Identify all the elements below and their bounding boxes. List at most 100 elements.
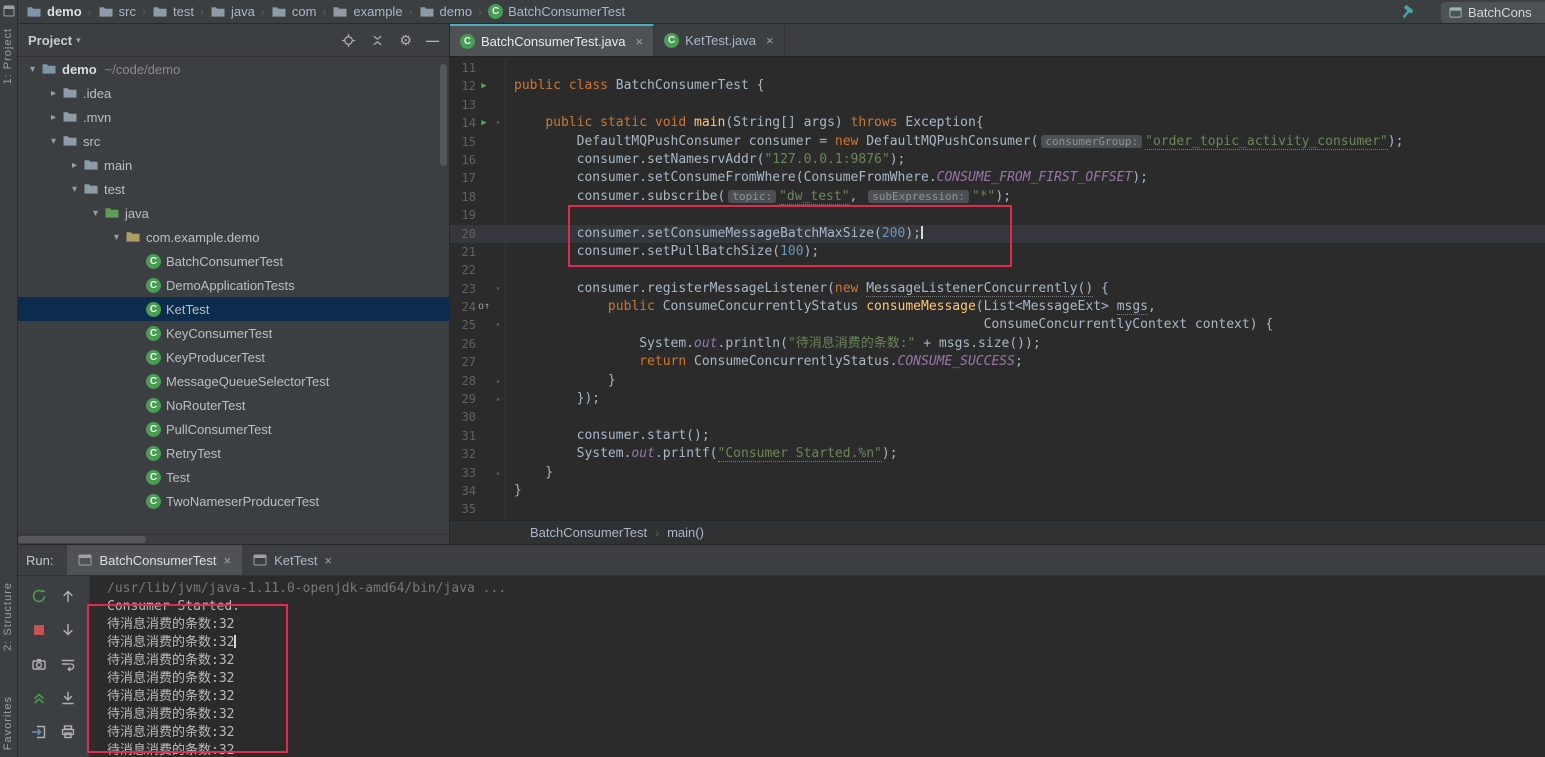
code-line-23: 23▾ consumer.registerMessageListener(new… <box>450 280 1545 298</box>
exit-icon[interactable] <box>31 724 47 740</box>
close-tab-icon[interactable]: × <box>766 33 774 48</box>
close-tab-icon[interactable]: × <box>636 34 644 49</box>
run-configuration-chip[interactable]: BatchCons <box>1441 2 1545 23</box>
chevron-collapsed-icon[interactable]: ▸ <box>66 160 83 171</box>
tree-item-com.example.demo[interactable]: ▾com.example.demo <box>18 225 449 249</box>
chevron-collapsed-icon[interactable]: ▸ <box>45 112 62 123</box>
breadcrumb-item-demo[interactable]: demo <box>24 4 84 20</box>
chevron-expanded-icon[interactable]: ▾ <box>87 208 104 219</box>
fold-close-icon[interactable]: ▴ <box>492 390 504 408</box>
folder-icon <box>98 4 114 20</box>
hide-icon[interactable]: — <box>426 33 439 48</box>
line-number: 30 <box>450 408 476 426</box>
line-number: 13 <box>450 96 476 114</box>
settings-icon[interactable]: ⚙ <box>399 33 412 47</box>
thread-dump-icon[interactable] <box>31 656 47 672</box>
tree-item-test[interactable]: ▾test <box>18 177 449 201</box>
tree-item-KetTest[interactable]: CKetTest <box>18 297 449 321</box>
tree-horizontal-scrollbar[interactable] <box>18 534 449 544</box>
gutter: 33▴ <box>450 464 506 482</box>
breadcrumb-item-demo[interactable]: demo <box>417 4 475 20</box>
editor-tab-BatchConsumerTest.java[interactable]: CBatchConsumerTest.java× <box>450 24 654 56</box>
tree-item-icon: C <box>146 254 161 269</box>
tree-item-demo[interactable]: ▾demo~/code/demo <box>18 57 449 81</box>
tree-item-NoRouterTest[interactable]: CNoRouterTest <box>18 393 449 417</box>
tree-item-MessageQueueSelectorTest[interactable]: CMessageQueueSelectorTest <box>18 369 449 393</box>
chevron-collapsed-icon[interactable]: ▸ <box>45 88 62 99</box>
tree-item-DemoApplicationTests[interactable]: CDemoApplicationTests <box>18 273 449 297</box>
tree-item-RetryTest[interactable]: CRetryTest <box>18 441 449 465</box>
down-stack-icon[interactable] <box>60 622 76 638</box>
tree-item-KeyProducerTest[interactable]: CKeyProducerTest <box>18 345 449 369</box>
tree-item-target[interactable]: ▸target <box>18 513 449 519</box>
rerun-failed-tests-icon[interactable] <box>31 690 47 706</box>
locate-icon[interactable] <box>341 33 356 48</box>
gutter: 30 <box>450 408 506 426</box>
code-token: "order_topic_activity_consumer" <box>1145 134 1388 150</box>
tree-item-.idea[interactable]: ▸.idea <box>18 81 449 105</box>
breadcrumb-item-BatchConsumerTest[interactable]: CBatchConsumerTest <box>486 4 627 19</box>
fold-close-icon[interactable]: ▴ <box>492 372 504 390</box>
build-hammer-icon[interactable] <box>1399 3 1417 21</box>
chevron-expanded-icon[interactable]: ▾ <box>24 64 41 75</box>
code-text: } <box>506 482 522 500</box>
stripe-structure-button[interactable]: 2: Structure <box>2 582 16 651</box>
fold-open-icon[interactable]: ▾ <box>492 316 504 334</box>
run-line-icon[interactable]: ▶ <box>476 114 492 132</box>
console-output[interactable]: /usr/lib/jvm/java-1.11.0-openjdk-amd64/b… <box>91 576 1545 757</box>
print-icon[interactable] <box>60 724 76 740</box>
chevron-expanded-icon[interactable]: ▾ <box>66 184 83 195</box>
collapse-all-icon[interactable] <box>370 33 385 48</box>
rerun-icon[interactable] <box>31 588 47 604</box>
tree-item-PullConsumerTest[interactable]: CPullConsumerTest <box>18 417 449 441</box>
stripe-project-button[interactable]: 1: Project <box>2 28 16 84</box>
tree-item-KeyConsumerTest[interactable]: CKeyConsumerTest <box>18 321 449 345</box>
up-stack-icon[interactable] <box>60 588 76 604</box>
console-line: 待消息消费的条数:32 <box>107 688 1545 706</box>
scroll-to-end-icon[interactable] <box>60 690 76 706</box>
soft-wrap-icon[interactable] <box>60 656 76 672</box>
project-stripe-icon[interactable] <box>3 5 15 17</box>
tree-item-BatchConsumerTest[interactable]: CBatchConsumerTest <box>18 249 449 273</box>
code-token: }); <box>514 391 600 406</box>
editor-tab-KetTest.java[interactable]: CKetTest.java× <box>654 24 784 56</box>
tree-item-TwoNameserProducerTest[interactable]: CTwoNameserProducerTest <box>18 489 449 513</box>
tree-item-src[interactable]: ▾src <box>18 129 449 153</box>
run-tab-label: KetTest <box>274 553 317 568</box>
close-tab-icon[interactable]: × <box>224 553 232 568</box>
fold-slot <box>492 298 504 316</box>
run-tab-KetTest[interactable]: KetTest × <box>242 545 343 575</box>
tree-item-java[interactable]: ▾java <box>18 201 449 225</box>
breadcrumb-item-src[interactable]: src <box>96 4 138 20</box>
fold-open-icon[interactable]: ▾ <box>492 114 504 132</box>
code-text <box>506 261 514 279</box>
tree-item-main[interactable]: ▸main <box>18 153 449 177</box>
class-icon: C <box>146 398 161 413</box>
editor-breadcrumb-BatchConsumerTest[interactable]: BatchConsumerTest <box>526 524 651 541</box>
breadcrumb-item-test[interactable]: test <box>150 4 196 20</box>
run-tab-BatchConsumerTest[interactable]: BatchConsumerTest× <box>67 545 242 575</box>
fold-open-icon[interactable]: ▾ <box>492 280 504 298</box>
tree-item-Test[interactable]: CTest <box>18 465 449 489</box>
stripe-favorites-button[interactable]: Favorites <box>2 696 16 750</box>
chevron-down-icon[interactable]: ▾ <box>76 35 81 46</box>
code-token: out <box>631 446 654 461</box>
override-marker-icon[interactable]: o↑ <box>476 298 492 316</box>
scrollbar-thumb[interactable] <box>18 536 146 543</box>
stop-icon[interactable] <box>31 622 47 638</box>
editor-caret <box>921 226 923 239</box>
tree-vertical-scrollbar[interactable] <box>440 64 447 166</box>
breadcrumb-item-com[interactable]: com <box>269 4 319 20</box>
fold-close-icon[interactable]: ▴ <box>492 464 504 482</box>
code-token: .printf( <box>655 446 718 461</box>
run-line-icon[interactable]: ▶ <box>476 77 492 95</box>
close-tab-icon[interactable]: × <box>324 553 332 568</box>
editor-breadcrumb-main()[interactable]: main() <box>663 524 708 541</box>
breadcrumb-item-example[interactable]: example <box>330 4 404 20</box>
chevron-expanded-icon[interactable]: ▾ <box>108 232 125 243</box>
editor-tab-bar: CBatchConsumerTest.java×CKetTest.java× <box>450 24 1545 57</box>
breadcrumb-item-java[interactable]: java <box>208 4 257 20</box>
chevron-expanded-icon[interactable]: ▾ <box>45 136 62 147</box>
code-editor[interactable]: 1112▶public class BatchConsumerTest {131… <box>450 57 1545 520</box>
tree-item-.mvn[interactable]: ▸.mvn <box>18 105 449 129</box>
